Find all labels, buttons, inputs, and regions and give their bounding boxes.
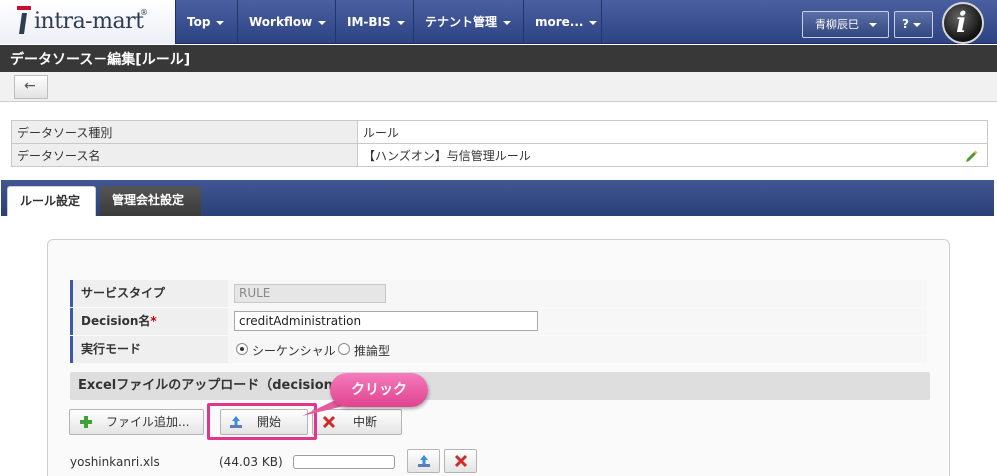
upload-section-header: Excelファイルのアップロード（decisionファ: [70, 372, 930, 400]
file-name: yoshinkanri.xls: [70, 455, 160, 469]
service-type-label: サービスタイプ: [70, 280, 226, 307]
add-file-label: ファイル追加...: [106, 415, 190, 429]
info-label: データソース種別: [11, 120, 358, 144]
click-callout: クリック: [330, 373, 428, 407]
service-type-field: RULE: [234, 284, 386, 303]
help-menu-button[interactable]: ?: [894, 11, 933, 38]
decision-name-label: Decision名: [81, 314, 151, 328]
chevron-down-icon: [318, 20, 327, 25]
add-file-button[interactable]: ファイル追加...: [69, 409, 204, 435]
chevron-down-icon: [589, 20, 598, 25]
execution-mode-label: 実行モード: [70, 336, 226, 363]
service-type-value-cell: RULE: [228, 280, 927, 307]
cancel-upload-label: 中断: [353, 415, 378, 429]
info-label: データソース名: [11, 143, 358, 167]
nav-workflow[interactable]: Workflow: [238, 0, 336, 44]
mode-sequential-radio[interactable]: [236, 343, 248, 355]
logo-i-icon: [17, 6, 31, 34]
required-mark: *: [150, 314, 157, 328]
execution-mode-row: 実行モード シーケンシャル 推論型: [70, 336, 927, 363]
tab-rule-settings[interactable]: ルール設定: [7, 186, 96, 216]
service-type-row: サービスタイプ RULE: [70, 280, 927, 307]
nav-tenant-management-label: テナント管理: [425, 15, 498, 29]
chevron-down-icon: [503, 20, 512, 25]
mode-inference-label: 推論型: [354, 344, 391, 358]
user-name: 青柳辰巳: [815, 18, 859, 31]
nav-workflow-label: Workflow: [249, 15, 313, 29]
nav-more-label: more...: [535, 15, 584, 29]
table-row: データソース名 【ハンズオン】与信管理ルール: [11, 143, 988, 167]
info-value: ルール: [357, 120, 988, 144]
chevron-down-icon: [396, 20, 405, 25]
tab-company-settings[interactable]: 管理会社設定: [100, 186, 201, 216]
page-title-bar: データソース－編集[ルール]: [0, 45, 997, 72]
file-remove-button[interactable]: [444, 449, 477, 473]
decision-name-row: Decision名*: [70, 308, 927, 335]
help-label: ?: [902, 17, 909, 31]
page-toolbar: ←: [0, 72, 997, 102]
nav-more[interactable]: more...: [524, 0, 602, 44]
datasource-info-table: データソース種別 ルール データソース名 【ハンズオン】与信管理ルール: [11, 120, 988, 167]
pencil-icon[interactable]: [965, 149, 979, 163]
nav-top-label: Top: [187, 15, 211, 29]
logo-text: intra-mart: [34, 9, 144, 34]
decision-name-input[interactable]: [234, 311, 538, 331]
brand-i-letter: i: [956, 6, 967, 39]
decision-name-label-cell: Decision名*: [70, 308, 226, 335]
logo-registered-mark: ®: [140, 8, 148, 17]
execution-mode-value-cell: シーケンシャル 推論型: [228, 336, 927, 363]
chevron-down-icon: [912, 22, 921, 27]
info-value-cell: 【ハンズオン】与信管理ルール: [357, 143, 988, 167]
upload-progress-bar: [293, 455, 395, 469]
nav-im-bis-label: IM-BIS: [347, 15, 391, 29]
page-title: データソース－編集[ルール]: [10, 52, 191, 68]
nav-im-bis[interactable]: IM-BIS: [336, 0, 414, 44]
arrow-left-icon: ←: [24, 78, 36, 94]
close-icon: [454, 454, 468, 468]
nav-top[interactable]: Top: [176, 0, 238, 44]
upload-icon: [418, 455, 430, 467]
back-button[interactable]: ←: [14, 75, 48, 99]
user-menu-button[interactable]: 青柳辰巳: [802, 11, 889, 38]
chevron-down-icon: [869, 23, 877, 27]
table-row: データソース種別 ルール: [11, 120, 988, 144]
chevron-down-icon: [216, 20, 225, 25]
mode-sequential-label: シーケンシャル: [252, 344, 336, 358]
file-upload-button[interactable]: [407, 449, 440, 473]
decision-name-value-cell: [228, 308, 927, 335]
top-navigation-bar: intra-mart ® Top Workflow IM-BIS テナント管理 …: [0, 0, 997, 44]
file-size: (44.03 KB): [219, 455, 283, 469]
info-value: 【ハンズオン】与信管理ルール: [363, 148, 531, 163]
brand-i-icon[interactable]: i: [942, 2, 984, 44]
mode-inference-radio[interactable]: [338, 343, 350, 355]
tab-strip: ルール設定 管理会社設定: [1, 180, 994, 216]
nav-tenant-management[interactable]: テナント管理: [414, 0, 524, 44]
intra-mart-logo[interactable]: intra-mart ®: [0, 0, 176, 44]
plus-icon: [80, 416, 92, 428]
